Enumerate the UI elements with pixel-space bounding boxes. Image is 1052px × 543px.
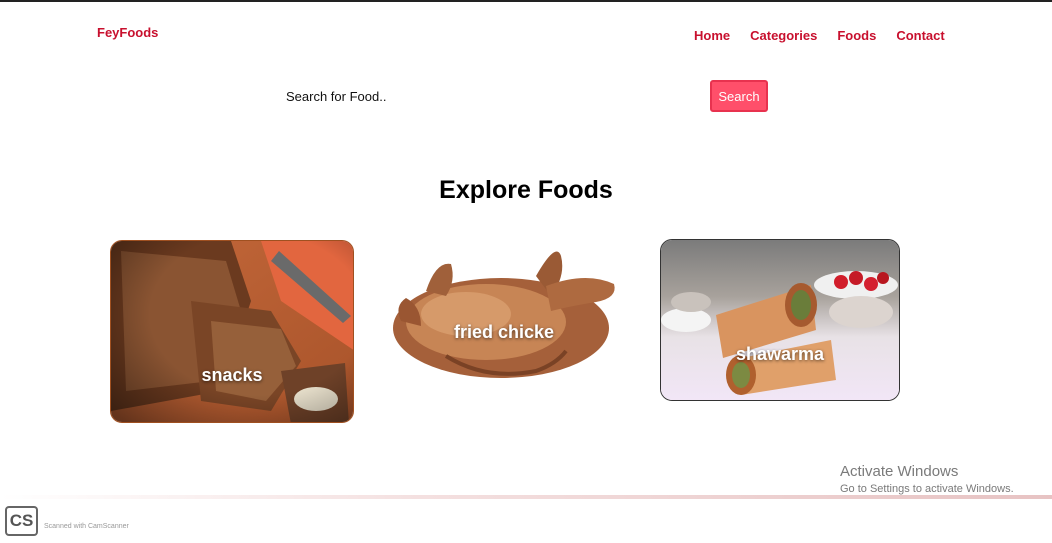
category-card-fried-chicken[interactable]: fried chicke (386, 236, 622, 384)
top-border (0, 0, 1052, 2)
nav-contact-link[interactable]: Contact (896, 28, 944, 43)
snacks-image (111, 241, 353, 422)
activate-windows-title: Activate Windows (840, 463, 959, 480)
nav-categories-link[interactable]: Categories (750, 28, 817, 43)
card-label-snacks: snacks (201, 365, 263, 385)
nav-home-link[interactable]: Home (694, 28, 730, 43)
camscanner-caption: Scanned with CamScanner (44, 523, 129, 530)
bottom-divider (0, 495, 1052, 499)
page-title: Explore Foods (439, 176, 613, 204)
nav-foods-link[interactable]: Foods (837, 28, 876, 43)
card-label-fried-chicken: fried chicke (453, 322, 555, 342)
activate-windows-subtitle: Go to Settings to activate Windows. (840, 483, 1014, 495)
main-nav: Home Categories Foods Contact (694, 28, 945, 43)
shawarma-image (661, 240, 899, 400)
search-input[interactable] (286, 84, 586, 108)
category-card-snacks[interactable]: snacks (110, 240, 354, 423)
site-logo[interactable]: FeyFoods (97, 25, 158, 40)
card-label-shawarma: shawarma (735, 344, 825, 364)
search-button[interactable]: Search (710, 80, 768, 112)
fried-chicken-image (386, 236, 622, 384)
camscanner-logo: CS (5, 506, 38, 536)
category-card-shawarma[interactable]: shawarma (660, 239, 900, 401)
